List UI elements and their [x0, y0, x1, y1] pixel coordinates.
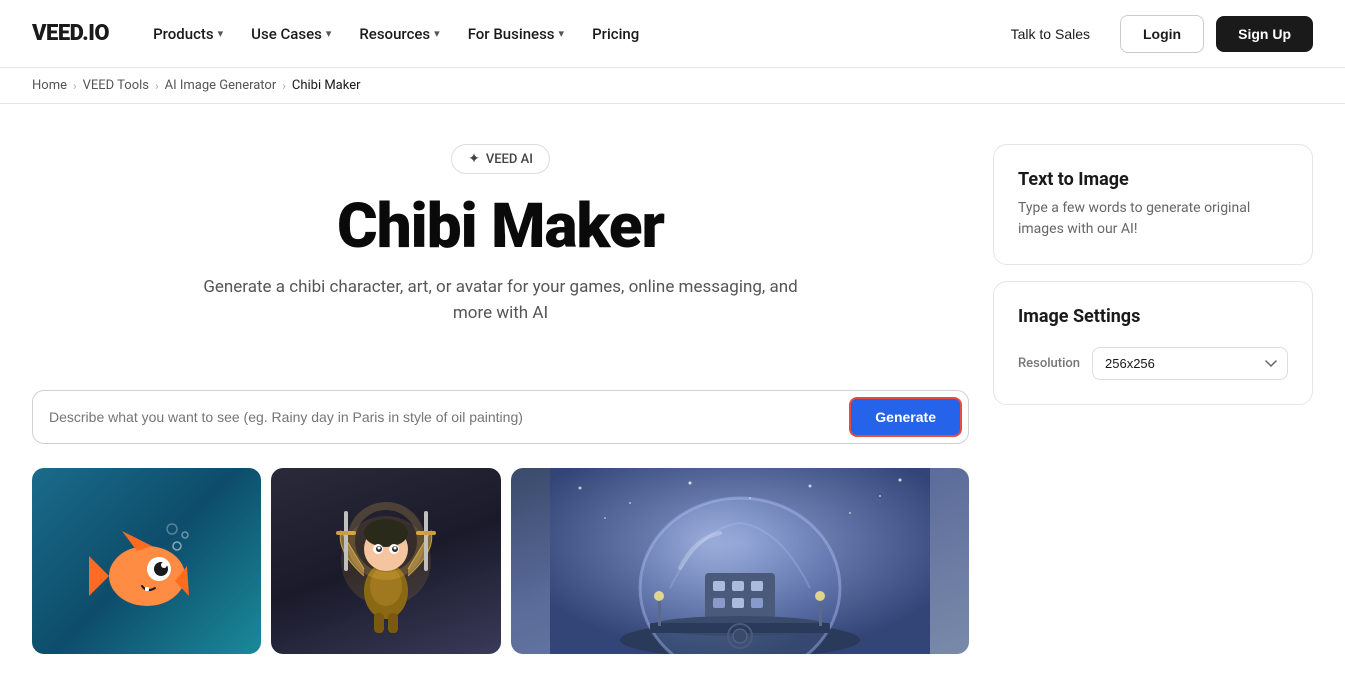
nav-label-use-cases: Use Cases [251, 25, 322, 43]
dome-svg [550, 468, 930, 654]
nav-label-products: Products [153, 25, 214, 43]
veed-ai-badge: ✦ VEED AI [451, 144, 550, 174]
hero-section: ✦ VEED AI Chibi Maker Generate a chibi c… [32, 104, 969, 390]
signup-button[interactable]: Sign Up [1216, 16, 1313, 52]
image-fish [32, 468, 261, 654]
fish-chibi-art [32, 468, 261, 654]
logo[interactable]: VEED.IO [32, 21, 109, 46]
breadcrumb-separator: › [73, 79, 77, 93]
text-to-image-description: Type a few words to generate original im… [1018, 198, 1288, 240]
navbar: VEED.IO Products ▾ Use Cases ▾ Resources… [0, 0, 1345, 68]
resolution-label: Resolution [1018, 356, 1080, 371]
login-button[interactable]: Login [1120, 15, 1204, 53]
breadcrumb: Home › VEED Tools › AI Image Generator ›… [0, 68, 1345, 104]
nav-item-use-cases[interactable]: Use Cases ▾ [239, 17, 343, 51]
main-container: ✦ VEED AI Chibi Maker Generate a chibi c… [0, 104, 1345, 686]
chevron-down-icon: ▾ [434, 27, 440, 40]
image-warrior [271, 468, 500, 654]
left-column: ✦ VEED AI Chibi Maker Generate a chibi c… [32, 104, 969, 654]
dome-chibi-art [511, 468, 970, 654]
hero-subtitle: Generate a chibi character, art, or avat… [191, 275, 811, 326]
image-grid [32, 468, 969, 654]
chevron-down-icon: ▾ [559, 27, 565, 40]
image-settings-card: Image Settings Resolution 256x256 512x51… [993, 281, 1313, 405]
nav-links: Products ▾ Use Cases ▾ Resources ▾ For B… [141, 17, 985, 51]
resolution-select[interactable]: 256x256 512x512 1024x1024 [1092, 347, 1288, 380]
warrior-chibi-art [271, 468, 500, 654]
text-to-image-title: Text to Image [1018, 169, 1288, 190]
nav-item-pricing[interactable]: Pricing [580, 17, 651, 51]
settings-resolution-row: Resolution 256x256 512x512 1024x1024 [1018, 347, 1288, 380]
text-to-image-card: Text to Image Type a few words to genera… [993, 144, 1313, 265]
warrior-svg [326, 481, 446, 641]
badge-label: VEED AI [486, 152, 533, 167]
image-settings-title: Image Settings [1018, 306, 1288, 327]
generate-button[interactable]: Generate [849, 397, 962, 437]
sparkle-icon: ✦ [468, 151, 480, 167]
nav-label-resources: Resources [359, 25, 430, 43]
generate-bar: Generate [32, 390, 969, 444]
right-column: Text to Image Type a few words to genera… [993, 104, 1313, 654]
nav-item-products[interactable]: Products ▾ [141, 17, 235, 51]
breadcrumb-current: Chibi Maker [292, 78, 361, 93]
nav-actions: Talk to Sales Login Sign Up [993, 15, 1313, 53]
fish-svg [87, 491, 207, 631]
image-dome [511, 468, 970, 654]
breadcrumb-home[interactable]: Home [32, 78, 67, 93]
nav-label-pricing: Pricing [592, 25, 639, 43]
breadcrumb-separator: › [282, 79, 286, 93]
chevron-down-icon: ▾ [326, 27, 332, 40]
nav-item-for-business[interactable]: For Business ▾ [456, 17, 576, 51]
generate-input[interactable] [49, 409, 841, 425]
nav-item-resources[interactable]: Resources ▾ [347, 17, 451, 51]
chevron-down-icon: ▾ [218, 27, 224, 40]
talk-to-sales-button[interactable]: Talk to Sales [993, 16, 1108, 52]
breadcrumb-ai-image-generator[interactable]: AI Image Generator [165, 78, 277, 93]
nav-label-for-business: For Business [468, 25, 555, 43]
page-title: Chibi Maker [32, 194, 969, 259]
breadcrumb-veed-tools[interactable]: VEED Tools [83, 78, 149, 93]
breadcrumb-separator: › [155, 79, 159, 93]
